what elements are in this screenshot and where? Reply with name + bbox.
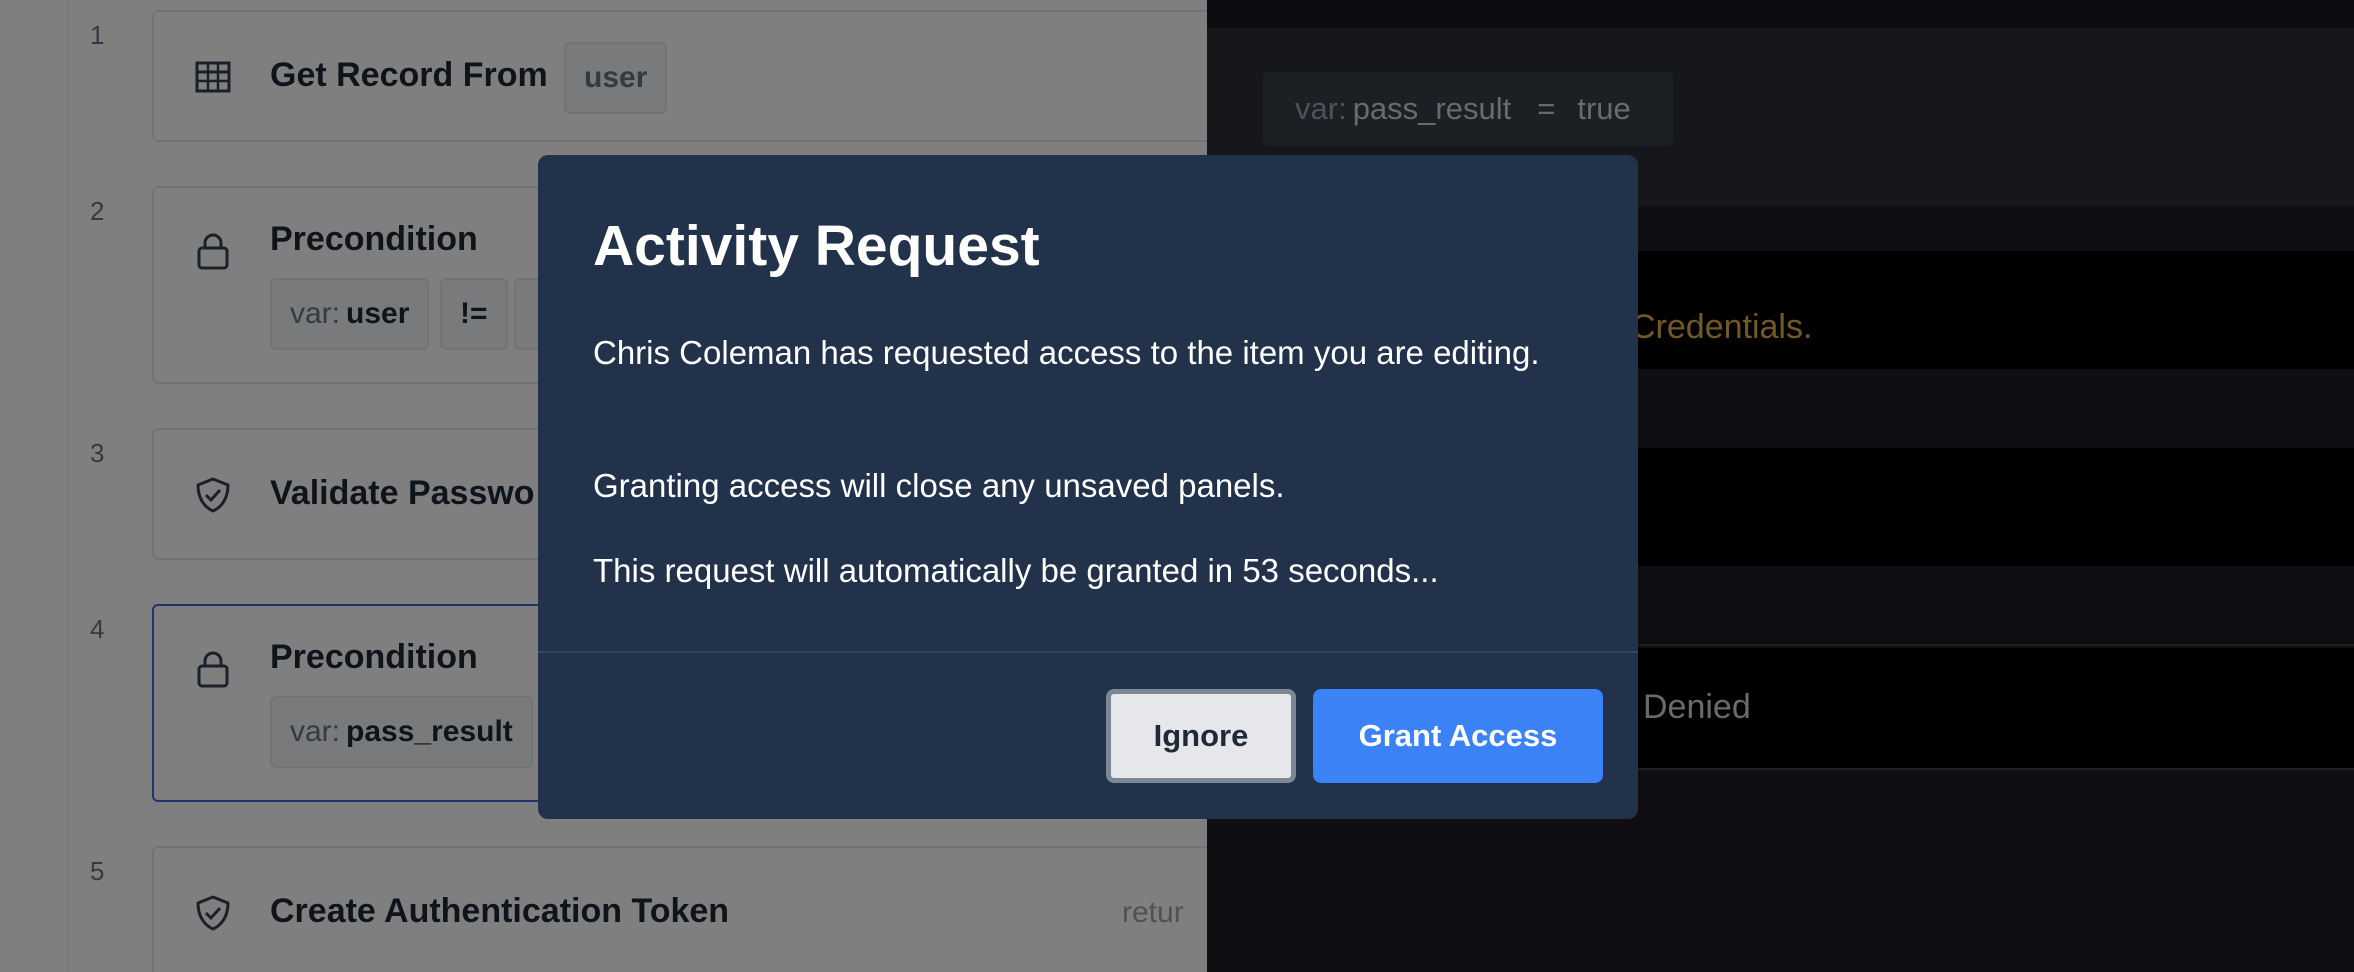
ignore-button[interactable]: Ignore: [1106, 689, 1296, 783]
grant-access-button[interactable]: Grant Access: [1313, 689, 1603, 783]
dialog-title: Activity Request: [593, 214, 1040, 278]
dialog-warning: Granting access will close any unsaved p…: [593, 467, 1285, 504]
dialog-countdown: This request will automatically be grant…: [593, 552, 1439, 589]
activity-request-dialog: Activity Request Chris Coleman has reque…: [538, 155, 1638, 819]
dialog-footer-divider: [538, 651, 1638, 653]
dialog-message: Chris Coleman has requested access to th…: [593, 334, 1540, 371]
